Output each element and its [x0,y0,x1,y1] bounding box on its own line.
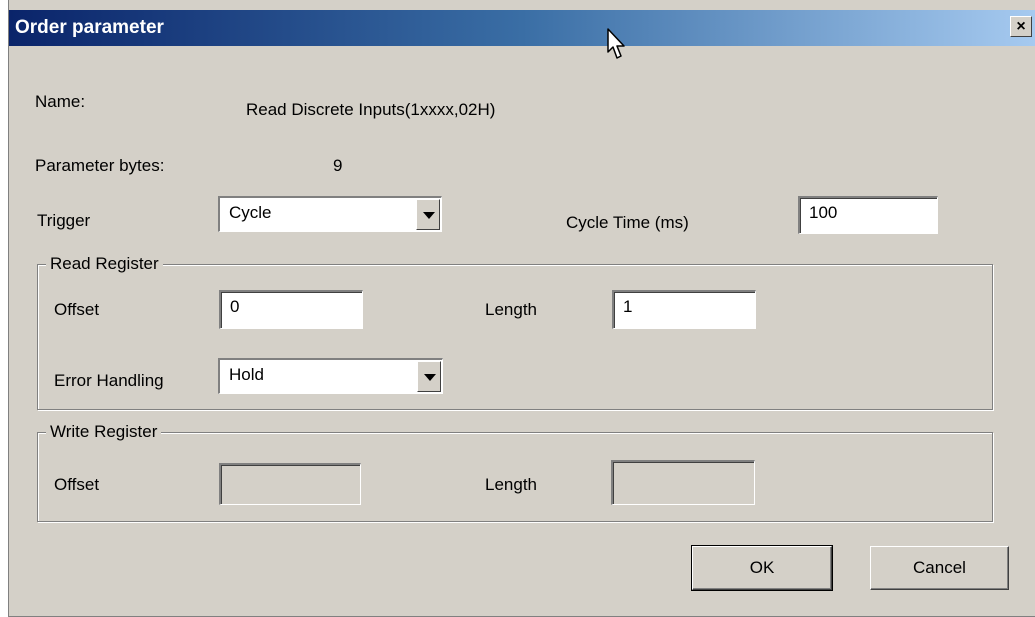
write-register-title: Write Register [46,422,162,442]
order-parameter-dialog: Order parameter × Name: Read Discrete In… [8,0,1035,617]
read-register-group: Read Register [37,254,993,410]
trigger-select[interactable]: Cycle [218,196,442,232]
cycle-time-value: 100 [809,203,838,222]
read-length-value: 1 [623,297,633,316]
write-length-label: Length [485,475,537,494]
error-handling-value: Hold [229,365,264,384]
read-offset-value: 0 [230,297,240,316]
trigger-value: Cycle [229,203,272,222]
close-icon: × [1016,18,1026,35]
name-label: Name: [35,92,86,111]
error-handling-label: Error Handling [54,371,164,390]
cycle-time-label: Cycle Time (ms) [566,213,689,232]
parameter-bytes-label: Parameter bytes: [35,156,165,175]
write-offset-label: Offset [54,475,100,494]
read-length-label: Length [485,300,537,319]
chevron-down-icon[interactable] [416,199,440,230]
read-register-title: Read Register [46,254,163,274]
read-offset-input[interactable]: 0 [219,290,363,329]
write-length-input[interactable] [611,460,755,505]
trigger-label: Trigger [37,211,91,230]
read-length-input[interactable]: 1 [612,290,756,329]
parameter-bytes-value: 9 [333,156,343,175]
error-handling-select[interactable]: Hold [218,358,443,394]
cancel-button[interactable]: Cancel [870,546,1009,590]
name-value: Read Discrete Inputs(1xxxx,02H) [246,100,496,119]
write-offset-input[interactable] [219,463,361,505]
read-offset-label: Offset [54,300,100,319]
chevron-down-icon[interactable] [417,361,441,392]
window-title: Order parameter [15,17,164,38]
mouse-pointer-icon [607,28,625,59]
ok-button[interactable]: OK [691,545,833,591]
close-button[interactable]: × [1010,16,1032,37]
title-bar[interactable]: Order parameter × [9,10,1035,46]
cycle-time-input[interactable]: 100 [798,196,938,234]
